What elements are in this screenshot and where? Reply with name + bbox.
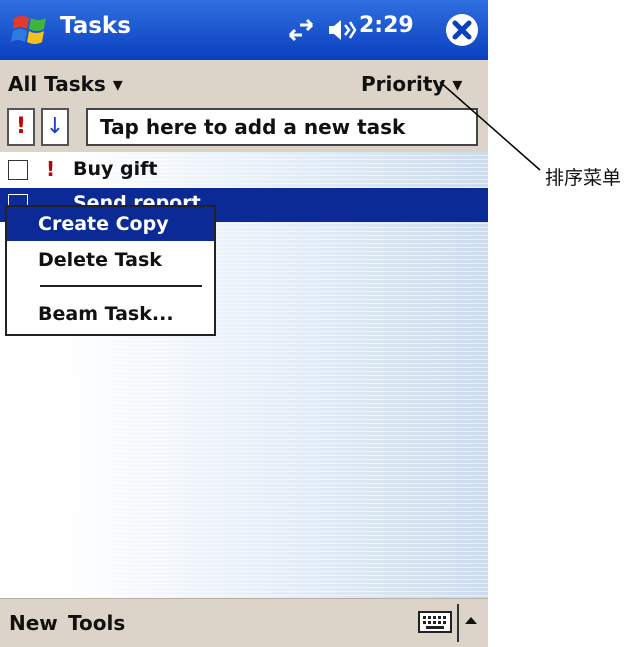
context-menu: Create Copy Delete Task Beam Task... — [5, 205, 216, 336]
high-priority-icon: ! — [46, 157, 56, 181]
input-panel-up-arrow-icon[interactable] — [463, 613, 479, 627]
sort-menu-dropdown[interactable]: Priority ▾ — [361, 72, 462, 96]
menu-item-create-copy[interactable]: Create Copy — [7, 207, 214, 241]
new-task-input[interactable] — [86, 108, 478, 146]
menu-item-delete-task[interactable]: Delete Task — [7, 243, 214, 277]
task-checkbox[interactable] — [8, 160, 28, 180]
sort-direction-button[interactable]: ↓ — [41, 108, 69, 146]
sip-divider — [457, 604, 459, 642]
tools-menu-button[interactable]: Tools — [68, 611, 125, 635]
callout-label: 排序菜单 — [545, 167, 622, 189]
menu-separator — [40, 285, 202, 287]
new-menu-button[interactable]: New — [9, 611, 58, 635]
category-filter-dropdown[interactable]: All Tasks ▾ — [8, 72, 123, 96]
volume-icon[interactable] — [327, 17, 357, 43]
app-title: Tasks — [60, 13, 131, 39]
task-row[interactable]: ! Buy gift — [0, 154, 488, 188]
priority-button[interactable]: ! — [7, 108, 35, 146]
clock[interactable]: 2:29 — [359, 13, 414, 38]
connectivity-icon[interactable] — [286, 15, 316, 45]
pocket-pc-screen: Tasks 2:29 All Tasks ▾ Priority ▾ ! ↓ ! … — [0, 0, 488, 647]
start-flag-icon[interactable] — [10, 10, 50, 50]
keyboard-icon[interactable] — [418, 611, 452, 633]
task-title: Buy gift — [73, 158, 158, 180]
menu-item-beam-task[interactable]: Beam Task... — [7, 297, 214, 331]
title-bar: Tasks 2:29 — [0, 0, 488, 60]
close-icon[interactable] — [444, 12, 480, 48]
